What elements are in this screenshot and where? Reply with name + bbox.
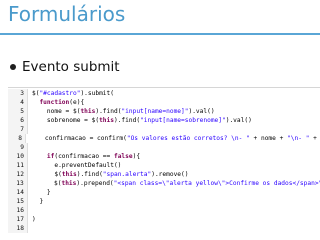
code-text: } [32, 189, 51, 196]
line-number: 5 [8, 107, 28, 116]
code-text: function(e){ [39, 99, 85, 106]
code-line: 4 function(e){ [8, 98, 320, 107]
title-divider [0, 33, 320, 35]
code-line: 3 $("#cadastro").submit( [8, 89, 320, 98]
code-line: 13 $(this).prepend("<span class=\"alerta… [8, 179, 320, 188]
line-number: 10 [8, 152, 28, 161]
code-line: 9 [8, 143, 320, 152]
line-number: 3 [8, 89, 28, 98]
code-line: 17) [8, 215, 320, 224]
code-text: sobrenome = $(this).find("input[name=sob… [32, 117, 252, 124]
code-text: e.preventDefault() [32, 162, 122, 169]
line-number: 4 [8, 98, 28, 107]
code-text: $("#cadastro").submit( [32, 90, 114, 97]
code-line: 12 $(this).find("span.alerta").remove() [8, 170, 320, 179]
bullet-dot-icon [10, 64, 16, 70]
code-text: } [32, 198, 44, 205]
code-text: ) [32, 216, 36, 223]
code-text: $(this).find("span.alerta").remove() [32, 171, 189, 178]
code-line: 8 confirmacao = confirm("Os valores estã… [8, 134, 320, 143]
line-number: 11 [8, 161, 28, 170]
bullet-text: Evento submit [22, 59, 120, 75]
bullet-item: Evento submit [10, 57, 120, 77]
code-text: nome = $(this).find("input[name=nome]").… [32, 108, 215, 115]
line-number: 13 [8, 179, 28, 188]
slide-title: Formulários [8, 2, 126, 26]
line-number: 9 [8, 143, 28, 152]
code-line: 16 [8, 206, 320, 215]
code-line: 14 } [8, 188, 320, 197]
code-text: $(this).prepend("<span class=\"alerta ye… [31, 180, 320, 187]
code-line: 18 [8, 224, 320, 233]
code-line: 10 if(confirmacao == false){ [8, 152, 320, 161]
code-block: 3 $("#cadastro").submit(4 function(e){5 n… [8, 87, 320, 238]
code-line: 15 } [8, 197, 320, 206]
code-text: confirmacao = confirm("Os valores estão … [30, 135, 317, 142]
code-line: 6 sobrenome = $(this).find("input[name=s… [8, 116, 320, 125]
line-number: 14 [8, 188, 28, 197]
line-number: 16 [8, 206, 28, 215]
code-line: 5 nome = $(this).find("input[name=nome]"… [8, 107, 320, 116]
code-line: 7 [8, 125, 320, 134]
code-line: 11 e.preventDefault() [8, 161, 320, 170]
line-number: 15 [8, 197, 28, 206]
line-number: 6 [8, 116, 28, 125]
line-number: 12 [8, 170, 28, 179]
code-text: if(confirmacao == false){ [46, 153, 141, 160]
line-number: 8 [8, 134, 26, 143]
line-number: 7 [8, 125, 28, 134]
line-number: 17 [8, 215, 28, 224]
line-number: 18 [8, 224, 28, 233]
